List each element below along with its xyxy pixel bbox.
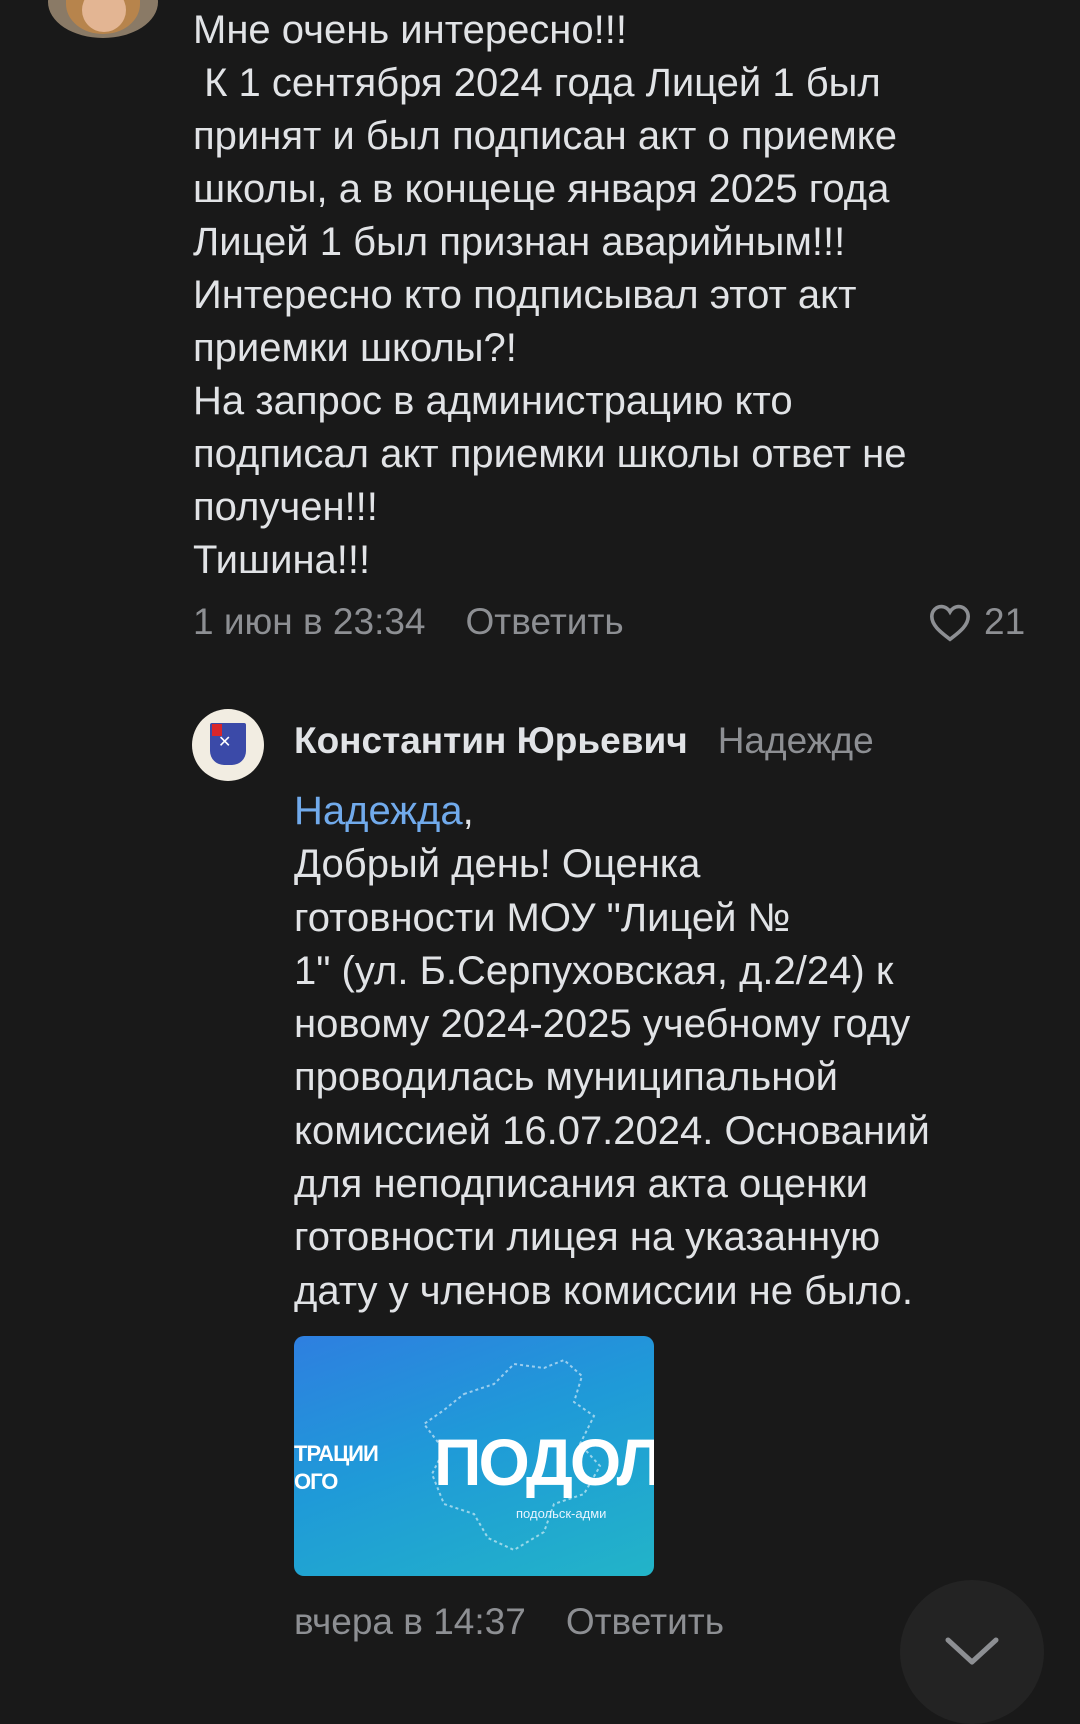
- comment-date: 1 июн в 23:34: [193, 601, 426, 642]
- emblem-tools-icon: ✕: [218, 734, 232, 751]
- attachment-left-text: ТРАЦИИ ОГО: [294, 1440, 379, 1496]
- reply-to-label[interactable]: Надежде: [718, 720, 874, 762]
- chevron-down-icon: [945, 1637, 999, 1665]
- avatar-glasses: [84, 0, 124, 9]
- reply-comment-text: Надежда, Добрый день! Оценка готовности …: [294, 785, 1054, 1318]
- attachment-url-text: подольск-адми: [516, 1506, 607, 1521]
- comment-meta: 1 июн в 23:34 Ответить: [193, 601, 624, 643]
- reply-date: вчера в 14:37: [294, 1601, 526, 1642]
- scroll-down-button[interactable]: [900, 1580, 1044, 1724]
- like-count: 21: [984, 601, 1026, 642]
- like-button[interactable]: 21: [928, 601, 1025, 643]
- mention-suffix: ,: [462, 789, 474, 833]
- commenter-avatar[interactable]: [48, 0, 158, 38]
- heart-outline-icon: [929, 604, 971, 642]
- reply-button-2[interactable]: Ответить: [566, 1601, 724, 1643]
- reply-button[interactable]: Ответить: [466, 601, 624, 643]
- reply-meta: вчера в 14:37 Ответить: [294, 1601, 724, 1643]
- mention-link[interactable]: Надежда: [294, 789, 463, 833]
- reply-body: Добрый день! Оценка готовности МОУ "Лице…: [294, 842, 930, 1313]
- attachment-left-line1: ТРАЦИИ: [294, 1441, 379, 1466]
- link-attachment-image[interactable]: ТРАЦИИ ОГО ПОДОЛ подольск-адми: [294, 1336, 654, 1576]
- comment-text: Мне очень интересно!!! К 1 сентября 2024…: [193, 8, 907, 582]
- attachment-title: ПОДОЛ: [434, 1425, 654, 1499]
- reply-header: Константин Юрьевич Надежде: [294, 720, 874, 762]
- reply-author-avatar[interactable]: ✕: [192, 709, 264, 781]
- author-name[interactable]: Константин Юрьевич: [294, 720, 688, 762]
- attachment-left-line2: ОГО: [294, 1469, 338, 1494]
